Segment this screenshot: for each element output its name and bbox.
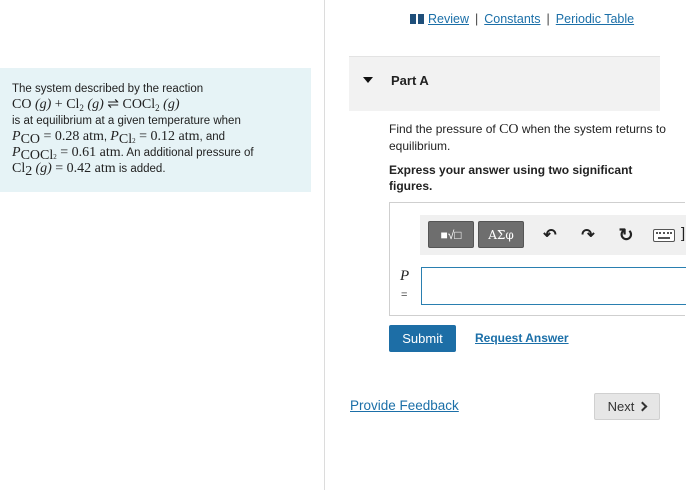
greek-icon: ΑΣφ	[488, 227, 514, 242]
greek-symbols-button[interactable]: ΑΣφ	[478, 221, 524, 248]
templates-icon: ■√□	[440, 227, 462, 242]
pressures-line3: Cl2 (g) = 0.42 atm is added.	[12, 161, 166, 179]
phase-label: (g)	[34, 97, 52, 112]
problem-line2: is at equilibrium at a given temperature…	[12, 115, 241, 127]
problem-statement: The system described by the reaction CO …	[0, 68, 311, 192]
link-separator: |	[546, 12, 550, 26]
toolbar-bracket: ]	[681, 225, 686, 242]
periodic-table-link[interactable]: Periodic Table	[556, 12, 634, 26]
reset-icon[interactable]: ↻	[616, 225, 636, 245]
part-title: Part A	[391, 73, 429, 88]
link-separator: |	[475, 12, 479, 26]
resource-links: Review | Constants | Periodic Table	[410, 12, 634, 26]
plus-sign: +	[54, 97, 63, 112]
answer-input[interactable]	[421, 267, 686, 305]
phase-label: (g)	[87, 97, 104, 112]
reaction-equation: CO (g) + Cl2 (g) ⇌ COCl2 (g)	[12, 97, 301, 113]
review-link[interactable]: Review	[428, 12, 469, 26]
answer-box: ■√□ ΑΣφ ↶ ↷ ↻ ] P =	[389, 202, 686, 316]
provide-feedback-link[interactable]: Provide Feedback	[350, 398, 459, 413]
pressures-line2: PCOCl2 = 0.61 atm. An additional pressur…	[12, 145, 254, 163]
product-cocl2: COCl2	[122, 97, 160, 113]
equals-sign: =	[401, 289, 408, 301]
keyboard-icon[interactable]	[653, 229, 675, 242]
phase-label: (g)	[163, 97, 180, 112]
request-answer-link[interactable]: Request Answer	[475, 331, 569, 345]
reactant-co: CO	[12, 97, 32, 112]
answer-instruction: Express your answer using two significan…	[389, 163, 633, 193]
part-a-header[interactable]: Part A	[349, 56, 660, 111]
book-icon	[410, 14, 424, 24]
next-label: Next	[607, 399, 635, 414]
undo-icon[interactable]: ↶	[540, 226, 560, 244]
next-button[interactable]: Next	[594, 393, 660, 420]
species-co: CO	[499, 122, 519, 137]
answer-variable: P	[400, 268, 410, 284]
equilibrium-arrow: ⇌	[107, 97, 119, 112]
collapse-triangle-icon[interactable]	[363, 77, 373, 83]
column-divider	[324, 0, 325, 490]
templates-button[interactable]: ■√□	[428, 221, 474, 248]
constants-link[interactable]: Constants	[484, 12, 540, 26]
submit-button[interactable]: Submit	[389, 325, 456, 352]
chevron-right-icon	[637, 401, 648, 412]
question-text: Find the pressure of CO when the system …	[389, 122, 666, 153]
reactant-cl2: Cl2	[66, 97, 84, 113]
pressures-line1: PCO = 0.28 atm, PCl2 = 0.12 atm, and	[12, 129, 226, 147]
redo-icon[interactable]: ↷	[578, 226, 598, 244]
problem-intro: The system described by the reaction	[12, 83, 204, 95]
math-toolbar: ■√□ ΑΣφ ↶ ↷ ↻ ]	[420, 215, 686, 255]
